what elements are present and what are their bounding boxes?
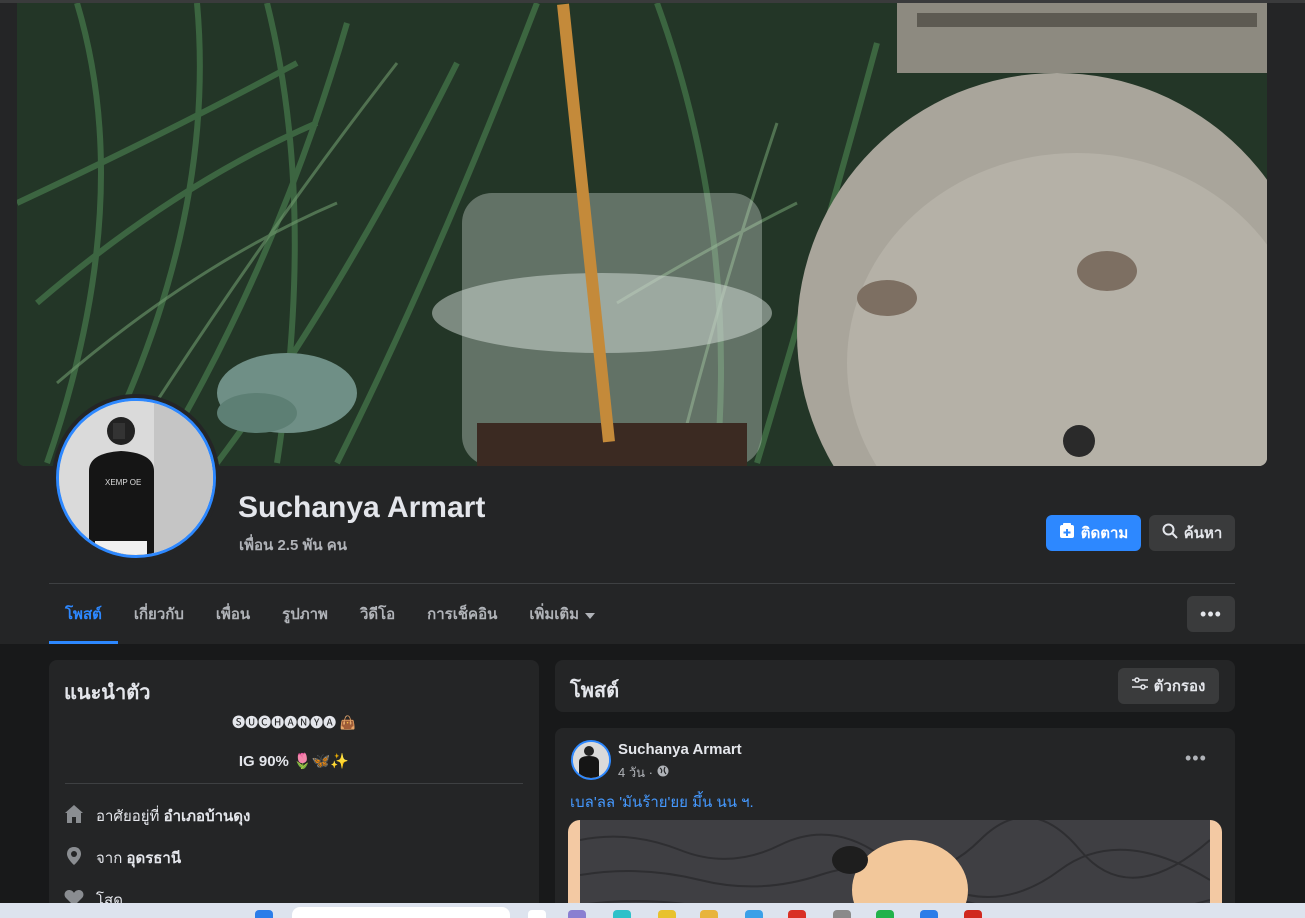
friends-count[interactable]: เพื่อน 2.5 พัน คน bbox=[239, 533, 347, 557]
os-taskbar bbox=[0, 903, 1305, 918]
intro-lives: อาศัยอยู่ที่ อำเภอบ้านดุง bbox=[64, 804, 250, 828]
intro-bio-line2: IG 90% 🌷🦋✨ bbox=[238, 752, 350, 770]
posts-header-card: โพสต์ ตัวกรอง bbox=[555, 660, 1235, 712]
start-icon[interactable] bbox=[255, 910, 273, 918]
taskbar-search-box[interactable] bbox=[292, 907, 510, 918]
posts-title: โพสต์ bbox=[570, 680, 620, 702]
taskbar-app-icon[interactable] bbox=[658, 910, 676, 918]
bag-emoji: 👜 bbox=[339, 716, 356, 731]
taskbar-app-icon[interactable] bbox=[745, 910, 763, 918]
taskbar-app-icon[interactable] bbox=[833, 910, 851, 918]
avatar[interactable]: XEMP OE bbox=[56, 398, 216, 558]
tab-about[interactable]: เกี่ยวกับ bbox=[118, 584, 200, 644]
line-app-icon[interactable] bbox=[876, 910, 894, 918]
post-meta: 4 วัน · bbox=[618, 762, 669, 783]
follow-button[interactable]: ติดตาม bbox=[1046, 515, 1141, 551]
follow-label: ติดตาม bbox=[1080, 525, 1129, 542]
taskbar-app-icon[interactable] bbox=[568, 910, 586, 918]
filter-icon bbox=[1131, 677, 1148, 695]
post-text: เบล'ลล 'มันร้าย'ยย มึ้น นน ฯ. bbox=[570, 794, 754, 811]
home-icon bbox=[64, 804, 84, 828]
tab-checkins[interactable]: การเช็คอิน bbox=[411, 584, 513, 644]
filter-button[interactable]: ตัวกรอง bbox=[1118, 668, 1219, 704]
post-time[interactable]: 4 วัน · bbox=[618, 762, 653, 783]
folder-icon[interactable] bbox=[700, 910, 718, 918]
location-pin-icon bbox=[64, 846, 84, 870]
profile-tabs: โพสต์ เกี่ยวกับ เพื่อน รูปภาพ วิดีโอ การ… bbox=[49, 584, 611, 644]
tab-posts[interactable]: โพสต์ bbox=[49, 584, 118, 644]
cover-photo[interactable] bbox=[17, 3, 1267, 466]
more-icon: ••• bbox=[1200, 603, 1222, 624]
post-author-avatar[interactable] bbox=[571, 740, 611, 780]
intro-from: จาก อุดรธานี bbox=[64, 846, 181, 870]
tab-videos[interactable]: วิดีโอ bbox=[344, 584, 411, 644]
more-options-button[interactable]: ••• bbox=[1187, 596, 1235, 632]
svg-text:XEMP OE: XEMP OE bbox=[105, 478, 141, 487]
chrome-icon[interactable] bbox=[788, 910, 806, 918]
intro-title: แนะนำตัว bbox=[64, 682, 151, 704]
post-author-name[interactable]: Suchanya Armart bbox=[618, 741, 742, 758]
filter-label: ตัวกรอง bbox=[1153, 678, 1206, 695]
flower-butterfly-emoji: 🌷🦋✨ bbox=[293, 752, 350, 770]
taskbar-app-icon[interactable] bbox=[528, 910, 546, 918]
tab-more[interactable]: เพิ่มเติม bbox=[513, 584, 611, 644]
caret-down-icon bbox=[585, 606, 596, 623]
globe-icon bbox=[657, 765, 669, 780]
post-options-button[interactable]: ••• bbox=[1185, 748, 1207, 769]
intro-bio-line1: 🅢🅤🅒🅗🅐🅝🅨🅐 👜 bbox=[232, 715, 356, 731]
tab-photos[interactable]: รูปภาพ bbox=[266, 584, 344, 644]
tab-friends[interactable]: เพื่อน bbox=[200, 584, 266, 644]
taskbar-app-icon[interactable] bbox=[964, 910, 982, 918]
intro-divider bbox=[65, 783, 523, 784]
taskbar-app-icon[interactable] bbox=[920, 910, 938, 918]
follow-icon bbox=[1059, 523, 1075, 543]
taskbar-app-icon[interactable] bbox=[613, 910, 631, 918]
post-card: Suchanya Armart 4 วัน · ••• เบล'ลล 'มันร… bbox=[555, 728, 1235, 918]
intro-card: แนะนำตัว อาศัยอยู่ที่ อำเภอบ้านดุง จาก อ… bbox=[49, 660, 539, 918]
profile-avatar-ring[interactable]: XEMP OE bbox=[52, 394, 220, 562]
search-button[interactable]: ค้นหา bbox=[1149, 515, 1235, 551]
search-icon bbox=[1162, 523, 1178, 543]
search-label: ค้นหา bbox=[1183, 525, 1223, 542]
page-title: Suchanya Armart bbox=[238, 491, 486, 524]
